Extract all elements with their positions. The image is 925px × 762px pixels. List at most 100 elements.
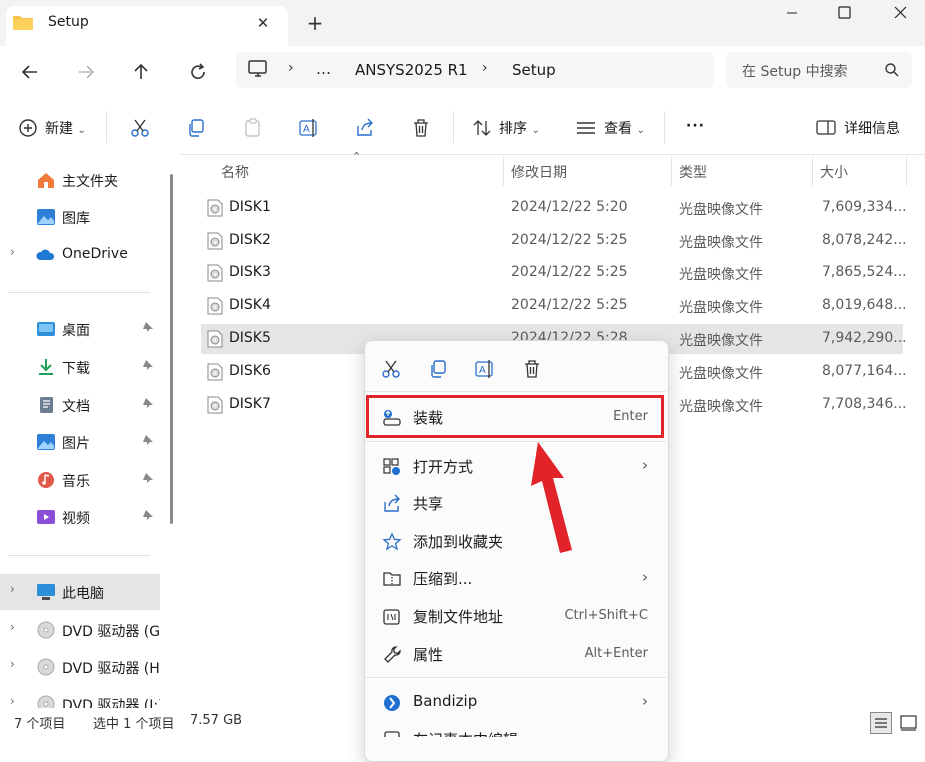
column-divider[interactable]: [906, 156, 907, 186]
column-header-name[interactable]: 名称: [221, 162, 249, 182]
pin-icon[interactable]: [142, 434, 154, 446]
cut-icon[interactable]: [128, 116, 152, 140]
menu-item-open-with[interactable]: 打开方式 ›: [372, 449, 660, 483]
highlight-box: [366, 395, 664, 438]
menu-divider: [365, 391, 666, 392]
pin-icon[interactable]: [142, 509, 154, 521]
cut-icon[interactable]: [379, 357, 403, 381]
delete-icon[interactable]: [409, 116, 433, 140]
more-options-button[interactable]: ···: [686, 118, 705, 134]
chevron-right-icon[interactable]: ›: [10, 582, 15, 596]
home-icon: [38, 173, 54, 188]
pin-icon[interactable]: [142, 359, 154, 371]
column-divider[interactable]: [503, 156, 504, 186]
sidebar-scrollbar[interactable]: [170, 174, 173, 524]
selection-size: 7.57 GB: [190, 713, 243, 728]
chevron-right-icon[interactable]: ›: [10, 245, 15, 259]
up-button[interactable]: [127, 58, 155, 86]
sidebar-item-dvd-g[interactable]: › DVD 驱动器 (G: [0, 612, 160, 648]
details-view-button[interactable]: [870, 712, 892, 734]
toolbar-divider: [453, 111, 454, 143]
video-icon: [37, 510, 55, 524]
pin-icon[interactable]: [142, 321, 154, 333]
delete-icon[interactable]: [520, 357, 544, 381]
disc-image-file-icon: [207, 363, 223, 381]
toolbar-divider: [106, 111, 107, 143]
close-tab-button[interactable]: ✕: [252, 12, 274, 34]
compress-icon: [383, 572, 401, 586]
close-window-button[interactable]: [880, 3, 920, 23]
new-tab-button[interactable]: +: [304, 12, 326, 34]
forward-button[interactable]: [72, 58, 100, 86]
breadcrumb-setup[interactable]: Setup: [512, 61, 556, 79]
dvd-icon: [37, 621, 55, 639]
menu-item-bandizip[interactable]: Bandizip ›: [372, 685, 660, 719]
sort-icon[interactable]: [470, 116, 494, 140]
sidebar-item-dvd-i[interactable]: › DVD 驱动器 (I:): [0, 686, 160, 708]
sidebar-item-downloads[interactable]: 下载: [0, 349, 160, 385]
share-icon[interactable]: [353, 116, 377, 140]
sidebar-item-music[interactable]: 音乐: [0, 462, 160, 498]
copy-icon[interactable]: [426, 357, 450, 381]
menu-item-share[interactable]: 共享: [372, 486, 660, 520]
menu-item-add-favorites[interactable]: 添加到收藏夹: [372, 524, 660, 558]
maximize-button[interactable]: [824, 3, 864, 23]
view-icon[interactable]: [574, 116, 598, 140]
address-bar[interactable]: [236, 52, 714, 88]
chevron-right-icon[interactable]: ›: [10, 657, 15, 671]
rename-icon[interactable]: A: [297, 116, 321, 140]
pin-icon[interactable]: [142, 397, 154, 409]
disc-image-file-icon: [207, 396, 223, 414]
menu-item-copy-path[interactable]: 复制文件地址 Ctrl+Shift+C: [372, 599, 660, 633]
sidebar-item-this-pc[interactable]: › 此电脑: [0, 574, 160, 610]
chevron-right-icon: ›: [642, 456, 648, 474]
chevron-right-icon[interactable]: ›: [10, 694, 15, 708]
new-icon[interactable]: [16, 116, 40, 140]
view-button[interactable]: 查看 ⌄: [604, 118, 645, 138]
sidebar-divider: [8, 292, 150, 293]
file-row[interactable]: DISK4 2024/12/22 5:25 光盘映像文件 8,019,648..…: [201, 291, 907, 321]
tiles-view-button[interactable]: [898, 712, 920, 734]
details-pane-icon[interactable]: [814, 116, 838, 140]
column-divider[interactable]: [671, 156, 672, 186]
menu-divider: [365, 441, 666, 442]
file-row[interactable]: DISK2 2024/12/22 5:25 光盘映像文件 8,078,242..…: [201, 226, 907, 256]
menu-item-properties[interactable]: 属性 Alt+Enter: [372, 637, 660, 671]
sidebar-item-dvd-h[interactable]: › DVD 驱动器 (H: [0, 649, 160, 685]
menu-item-compress[interactable]: 压缩到... ›: [372, 561, 660, 595]
breadcrumb-ansys[interactable]: ANSYS2025 R1: [355, 61, 468, 79]
refresh-button[interactable]: [184, 58, 212, 86]
file-row[interactable]: DISK3 2024/12/22 5:25 光盘映像文件 7,865,524..…: [201, 258, 907, 288]
disc-image-file-icon: [207, 264, 223, 282]
notepad-icon: [384, 731, 400, 737]
sort-button[interactable]: 排序 ⌄: [499, 118, 540, 138]
menu-item-edit-notepad[interactable]: 在记事本中编辑: [372, 722, 660, 737]
file-row[interactable]: DISK1 2024/12/22 5:20 光盘映像文件 7,609,334..…: [201, 193, 907, 223]
chevron-right-icon: ›: [642, 692, 648, 710]
breadcrumb-overflow[interactable]: …: [316, 60, 331, 78]
sidebar-divider: [8, 555, 150, 556]
column-divider[interactable]: [812, 156, 813, 186]
toolbar-divider: [664, 111, 665, 143]
rename-icon[interactable]: A: [473, 357, 497, 381]
item-count: 7 个项目: [14, 717, 66, 732]
sidebar-item-onedrive[interactable]: › OneDrive: [0, 237, 160, 273]
new-button[interactable]: 新建 ⌄: [45, 118, 86, 138]
column-header-type[interactable]: 类型: [679, 162, 707, 182]
pin-icon[interactable]: [142, 472, 154, 484]
chevron-right-icon[interactable]: ›: [10, 620, 15, 634]
selection-count: 选中 1 个项目: [93, 717, 175, 732]
sidebar-item-gallery[interactable]: 图库: [0, 199, 160, 235]
back-button[interactable]: [16, 58, 44, 86]
column-header-date[interactable]: 修改日期: [511, 162, 567, 182]
sidebar-item-home[interactable]: 主文件夹: [0, 162, 160, 198]
copy-icon[interactable]: [184, 116, 208, 140]
sidebar-item-documents[interactable]: 文档: [0, 387, 160, 423]
sidebar-item-pictures[interactable]: 图片: [0, 424, 160, 460]
sidebar-item-desktop[interactable]: 桌面: [0, 311, 160, 347]
paste-icon[interactable]: [241, 116, 265, 140]
minimize-button[interactable]: [772, 3, 812, 23]
details-button[interactable]: 详细信息: [844, 118, 900, 138]
column-header-size[interactable]: 大小: [820, 162, 848, 182]
sidebar-item-videos[interactable]: 视频: [0, 499, 160, 535]
